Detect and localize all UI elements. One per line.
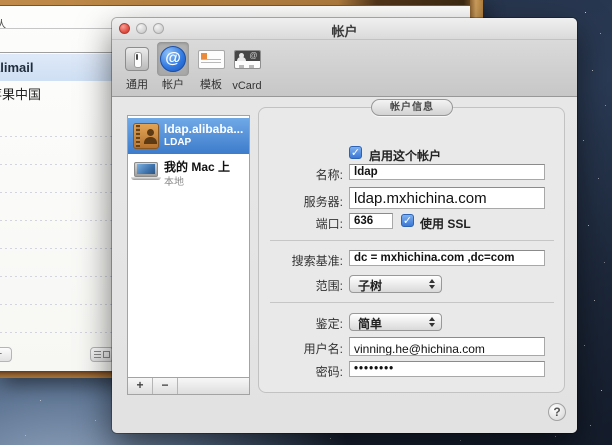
port-field[interactable]: 636 [349,213,393,229]
card-view-icon [103,351,110,358]
scope-label: 范围: [240,277,343,294]
dialog-content: ldap.alibaba... LDAP 我的 Mac 上 本地 + − 帐户信… [112,97,577,433]
divider [0,52,120,53]
mac-icon [134,162,158,177]
account-row-local[interactable]: 我的 Mac 上 本地 [128,154,249,190]
use-ssl-checkbox[interactable]: ✓ [401,214,414,227]
account-type: LDAP [164,137,191,148]
tab-account-info[interactable]: 帐户信息 [371,99,453,116]
view-mode-button[interactable] [90,347,114,362]
username-label: 用户名: [240,340,343,357]
auth-label: 鉴定: [240,315,343,332]
username-field[interactable]: vinning.he@hichina.com [349,337,545,356]
at-icon: @ [160,46,186,72]
sidebar-footer: + − [128,377,249,394]
book-leather-top [0,0,483,6]
server-field[interactable]: ldap.mxhichina.com [349,187,545,209]
account-name: ldap.alibaba... [164,122,243,136]
enable-account-checkbox[interactable]: ✓ [349,146,362,159]
list-divider [0,136,118,137]
switch-icon [125,47,149,71]
name-field[interactable]: ldap [349,164,545,180]
address-book-icon [133,123,159,149]
popup-arrows-icon [429,317,435,327]
list-divider [0,248,118,249]
auth-value: 简单 [358,317,382,331]
accounts-preferences-window: 帐户 通用 @ 帐户 模板 @ vCard [112,18,577,433]
list-divider [0,192,118,193]
divider [0,28,120,29]
template-card-icon [198,50,225,69]
toolbar-item-vcard[interactable]: @ vCard [228,42,266,94]
scope-popup[interactable]: 子树 [349,275,442,293]
contacts-partial-header: 人 [0,16,7,32]
group-label: alimail [0,54,33,81]
account-row-ldap[interactable]: ldap.alibaba... LDAP [128,118,249,154]
add-group-button[interactable]: + [0,347,12,362]
list-divider [0,164,118,165]
list-view-icon [94,351,101,358]
footer-spacer [178,378,249,394]
use-ssl-label: 使用 SSL [420,215,471,232]
port-label: 端口: [240,215,343,232]
scope-value: 子树 [358,279,382,293]
name-label: 名称: [240,166,343,183]
list-divider [0,220,118,221]
group-label: 苹果中国 [0,81,41,108]
preferences-toolbar: 通用 @ 帐户 模板 @ vCard [112,40,577,97]
search-base-label: 搜索基准: [240,252,343,269]
auth-popup[interactable]: 简单 [349,313,442,331]
add-account-button[interactable]: + [128,378,153,394]
window-title: 帐户 [112,21,577,40]
list-divider [0,304,118,305]
list-divider [0,332,118,333]
remove-account-button[interactable]: − [153,378,178,394]
accounts-sidebar: ldap.alibaba... LDAP 我的 Mac 上 本地 + − [127,115,250,395]
vcard-icon: @ [234,50,261,69]
server-label: 服务器: [240,193,343,210]
help-button[interactable]: ? [548,403,566,421]
titlebar[interactable]: 帐户 [112,18,577,40]
list-divider [0,276,118,277]
password-label: 密码: [240,363,343,380]
search-base-field[interactable]: dc = mxhichina.com ,dc=com [349,250,545,266]
group-row-apple-china[interactable]: 苹果中国 [0,81,120,108]
group-row-alimail[interactable]: alimail [0,54,120,81]
popup-arrows-icon [429,279,435,289]
form-divider [270,240,554,241]
password-field[interactable]: •••••••• [349,361,545,377]
form-divider [270,302,554,303]
toolbar-label: vCard [220,80,274,92]
enable-account-label: 启用这个帐户 [369,147,441,164]
account-type: 本地 [164,173,184,188]
